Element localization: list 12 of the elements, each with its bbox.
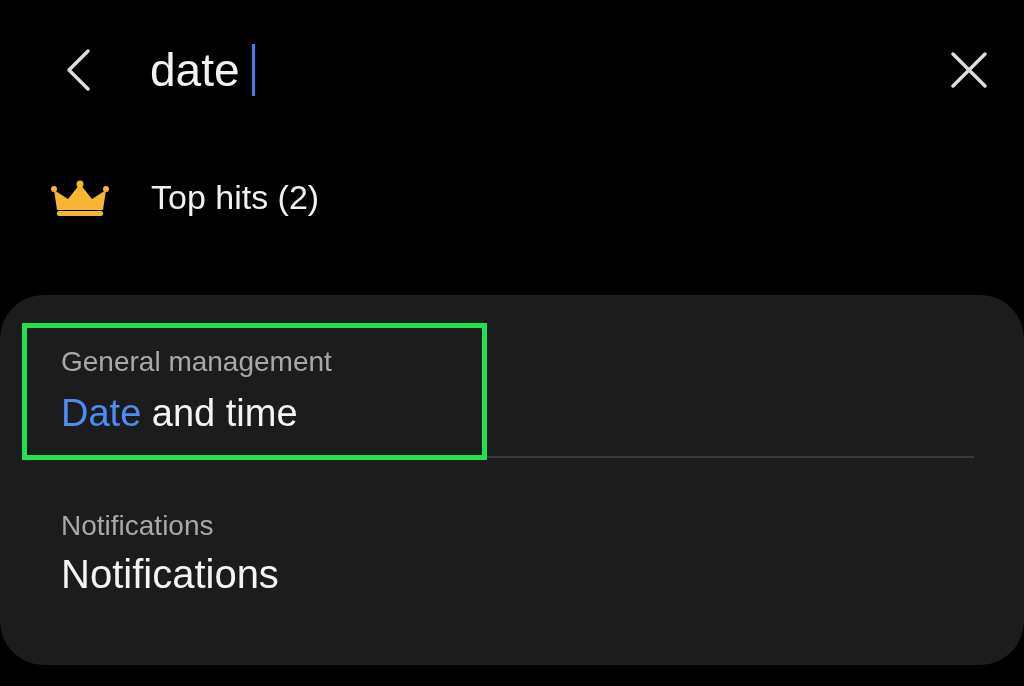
crown-icon <box>51 179 109 216</box>
result-category: Notifications <box>61 510 215 542</box>
search-result[interactable]: General management Date and time <box>22 323 487 460</box>
close-icon[interactable] <box>950 51 988 89</box>
section-title: Top hits (2) <box>151 178 320 217</box>
search-result[interactable]: Notifications Notifications <box>22 460 434 622</box>
result-title: Date and time <box>61 392 299 435</box>
back-icon[interactable] <box>64 48 92 92</box>
result-category: General management <box>61 346 332 378</box>
result-title: Notifications <box>61 552 279 597</box>
text-cursor <box>251 44 255 96</box>
search-field[interactable]: date <box>150 43 240 97</box>
